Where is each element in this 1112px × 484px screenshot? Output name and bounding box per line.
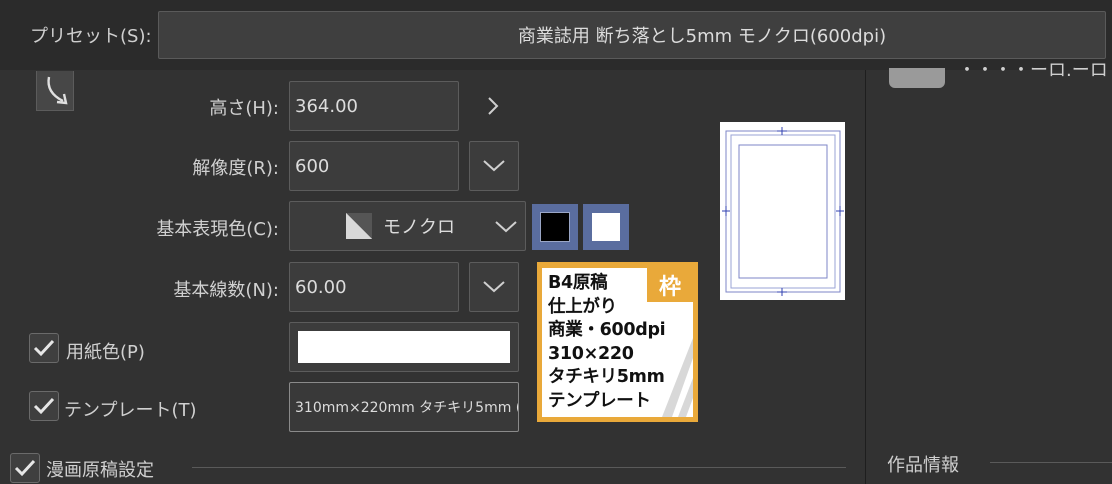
color-mode-select[interactable]: モノクロ xyxy=(289,201,526,251)
preset-label: プリセット(S): xyxy=(30,26,152,47)
preset-value: 商業誌用 断ち落とし5mm モノクロ(600dpi) xyxy=(517,26,887,47)
monochrome-icon xyxy=(346,213,372,239)
height-label: 高さ(H): xyxy=(209,98,279,119)
rotate-arrow-icon xyxy=(47,76,68,105)
template-thumbnail-card: B4原稿 仕上がり 商業・600dpi 310×220 タチキリ5mm テンプレ… xyxy=(542,268,693,417)
template-value: 310mm×220mm タチキリ5mm (ク xyxy=(295,400,519,416)
resolution-input[interactable]: 600 xyxy=(289,141,459,191)
page-preview-diagram xyxy=(722,127,844,296)
work-info-divider xyxy=(990,462,1112,463)
line-count-dropdown-button[interactable] xyxy=(469,262,519,312)
template-thumbnail: B4原稿 仕上がり 商業・600dpi 310×220 タチキリ5mm テンプレ… xyxy=(537,262,698,422)
template-checkbox[interactable] xyxy=(29,391,59,421)
work-info-label: 作品情報 xyxy=(887,455,959,476)
manga-settings-checkbox[interactable] xyxy=(10,453,40,483)
expand-button[interactable] xyxy=(481,92,505,120)
height-input[interactable]: 364.00 xyxy=(289,81,459,131)
line-count-label: 基本線数(N): xyxy=(173,280,279,301)
checkmark-icon xyxy=(33,397,55,415)
line-count-value: 60.00 xyxy=(295,276,347,298)
manga-settings-label: 漫画原稿設定 xyxy=(46,460,154,481)
color-mode-label: 基本表現色(C): xyxy=(156,219,279,240)
white-swatch-fill xyxy=(592,213,620,241)
resolution-label: 解像度(R): xyxy=(192,158,279,179)
color-mode-value: モノクロ xyxy=(383,217,455,238)
chevron-right-icon xyxy=(488,97,499,115)
right-panel-button[interactable] xyxy=(889,68,945,88)
template-label: テンプレート(T) xyxy=(64,400,197,421)
paper-color-swatch xyxy=(298,331,510,363)
chevron-down-icon xyxy=(483,160,505,172)
black-swatch-fill xyxy=(540,212,570,242)
white-color-swatch[interactable] xyxy=(583,204,629,250)
flip-button[interactable] xyxy=(36,71,74,111)
template-field[interactable]: 310mm×220mm タチキリ5mm (ク xyxy=(289,382,519,432)
section-divider xyxy=(192,467,846,468)
right-panel-partial-text: ・・・・ーロ.ーロ xyxy=(958,60,1108,81)
page-preview xyxy=(720,122,845,300)
line-count-input[interactable]: 60.00 xyxy=(289,262,459,312)
black-color-swatch[interactable] xyxy=(532,204,578,250)
panel-divider xyxy=(865,70,866,484)
resolution-value: 600 xyxy=(295,155,330,177)
preset-select[interactable]: 商業誌用 断ち落とし5mm モノクロ(600dpi) xyxy=(158,11,1106,59)
paper-color-checkbox[interactable] xyxy=(29,333,59,363)
resolution-dropdown-button[interactable] xyxy=(469,141,519,191)
chevron-down-icon xyxy=(495,221,517,233)
checkmark-icon xyxy=(33,339,55,357)
checkmark-icon xyxy=(14,459,36,477)
paper-color-field[interactable] xyxy=(289,322,519,372)
height-value: 364.00 xyxy=(295,95,358,117)
paper-color-label: 用紙色(P) xyxy=(66,342,145,363)
template-frame-tag: 枠 xyxy=(647,268,693,302)
chevron-down-icon xyxy=(483,281,505,293)
